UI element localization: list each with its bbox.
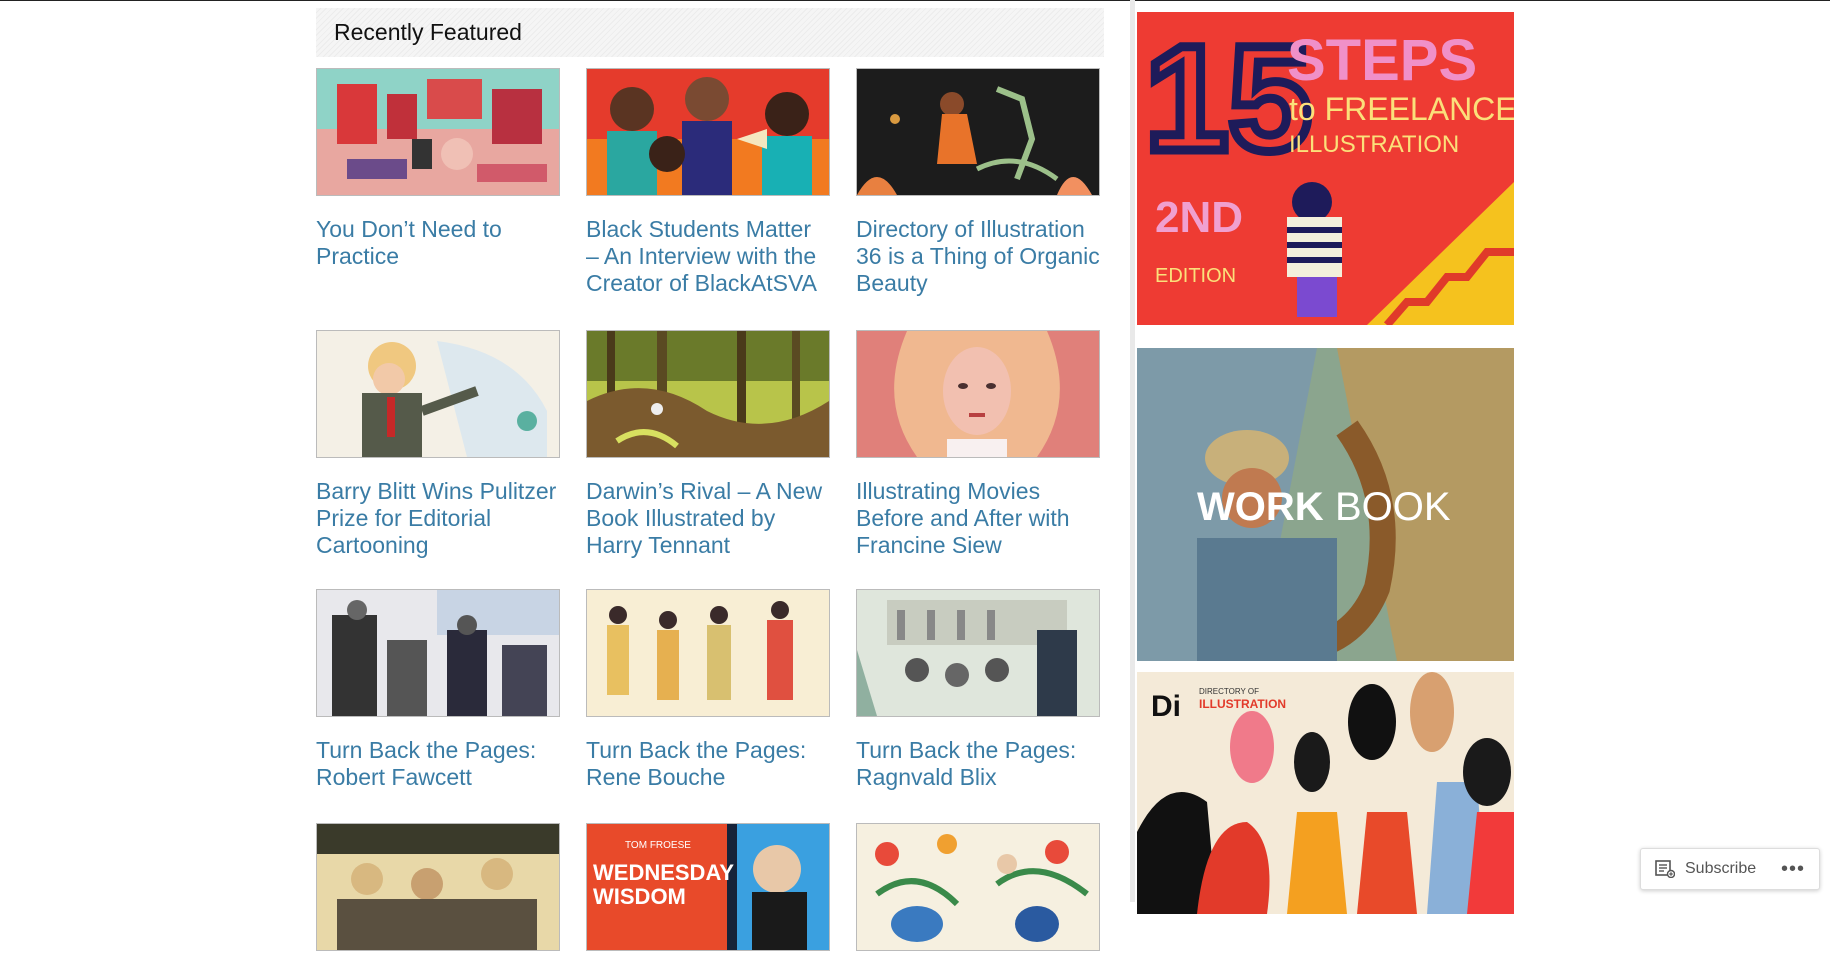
ad-banner-directory[interactable]: Di DIRECTORY OF ILLUSTRATION [1137, 672, 1514, 914]
thumb-caption: WISDOM [593, 884, 686, 909]
post-card: TOM FROESE WEDNESDAY WISDOM [586, 823, 830, 971]
post-card: You Don’t Need to Practice [316, 68, 560, 270]
post-card: Black Students Matter – An Interview wit… [586, 68, 830, 297]
ad-heading: STEPS [1287, 28, 1477, 93]
illustration-image [317, 69, 559, 195]
post-card: Barry Blitt Wins Pulitzer Prize for Edit… [316, 330, 560, 559]
post-title-link[interactable]: Turn Back the Pages: Robert Fawcett [316, 737, 560, 791]
post-title-link[interactable]: Darwin’s Rival – A New Book Illustrated … [586, 478, 830, 559]
illustration-image [857, 331, 1099, 457]
post-card [316, 823, 560, 971]
thumb-caption: WEDNESDAY [593, 860, 734, 885]
illustration-image [857, 824, 1099, 950]
post-thumbnail[interactable] [316, 589, 560, 717]
post-thumbnail[interactable] [586, 68, 830, 196]
post-card: Turn Back the Pages: Ragnvald Blix [856, 589, 1100, 791]
post-thumbnail[interactable] [586, 589, 830, 717]
sidebar-divider [1130, 0, 1135, 902]
illustration-image [317, 331, 559, 457]
thumb-caption: TOM FROESE [625, 840, 691, 851]
post-card [856, 823, 1100, 971]
post-card: Turn Back the Pages: Robert Fawcett [316, 589, 560, 791]
ad-banner-freelance[interactable]: 15 STEPS to FREELANCE ILLUSTRATION 2ND E… [1137, 12, 1514, 325]
section-header: Recently Featured [316, 8, 1104, 57]
ad-logo-text: ILLUSTRATION [1199, 697, 1286, 711]
more-options-icon[interactable]: ••• [1781, 859, 1805, 879]
ad-subheading: ILLUSTRATION [1289, 131, 1459, 158]
post-thumbnail[interactable] [316, 330, 560, 458]
post-thumbnail[interactable] [316, 823, 560, 951]
illustration-image [587, 331, 829, 457]
top-border [0, 0, 1830, 1]
ad-subheading: to FREELANCE [1289, 91, 1514, 127]
illustration-image [317, 824, 559, 950]
ad-artwork: WORK BOOK [1137, 348, 1514, 661]
subscribe-label: Subscribe [1685, 860, 1757, 877]
post-thumbnail[interactable] [856, 823, 1100, 951]
post-card: Illustrating Movies Before and After wit… [856, 330, 1100, 559]
post-title-link[interactable]: Black Students Matter – An Interview wit… [586, 216, 830, 297]
main-content: Recently Featured You Don’t Need to Prac… [316, 8, 1104, 951]
post-title-link[interactable]: Turn Back the Pages: Ragnvald Blix [856, 737, 1100, 791]
ad-artwork: 15 STEPS to FREELANCE ILLUSTRATION 2ND E… [1137, 12, 1514, 325]
illustration-image [587, 69, 829, 195]
post-thumbnail[interactable] [856, 330, 1100, 458]
illustration-image [857, 69, 1099, 195]
post-title-link[interactable]: Illustrating Movies Before and After wit… [856, 478, 1100, 559]
ad-banner-workbook[interactable]: WORK BOOK [1137, 348, 1514, 661]
illustration-image [587, 590, 829, 716]
ad-logo-text: DIRECTORY OF [1199, 687, 1259, 696]
post-title-link[interactable]: Directory of Illustration 36 is a Thing … [856, 216, 1100, 297]
illustration-image: TOM FROESE WEDNESDAY WISDOM [587, 824, 829, 950]
ad-edition: 2ND [1155, 193, 1243, 242]
illustration-image [317, 590, 559, 716]
post-thumbnail[interactable] [856, 589, 1100, 717]
ad-brand-light: BOOK [1335, 485, 1451, 529]
subscribe-button[interactable]: Subscribe [1655, 860, 1756, 878]
subscribe-bar: Subscribe ••• [1640, 848, 1820, 890]
illustration-image [857, 590, 1099, 716]
post-title-link[interactable]: You Don’t Need to Practice [316, 216, 560, 270]
ad-brand-bold: WORK [1197, 485, 1324, 529]
post-thumbnail[interactable] [316, 68, 560, 196]
post-thumbnail[interactable] [586, 330, 830, 458]
reader-icon [1655, 860, 1675, 878]
ad-edition: EDITION [1155, 265, 1236, 287]
ad-artwork: Di DIRECTORY OF ILLUSTRATION [1137, 672, 1514, 914]
post-card: Directory of Illustration 36 is a Thing … [856, 68, 1100, 297]
post-card: Turn Back the Pages: Rene Bouche [586, 589, 830, 791]
section-title: Recently Featured [334, 19, 522, 45]
post-thumbnail[interactable] [856, 68, 1100, 196]
post-thumbnail[interactable]: TOM FROESE WEDNESDAY WISDOM [586, 823, 830, 951]
post-title-link[interactable]: Turn Back the Pages: Rene Bouche [586, 737, 830, 791]
ad-logo: Di [1151, 690, 1181, 723]
post-title-link[interactable]: Barry Blitt Wins Pulitzer Prize for Edit… [316, 478, 560, 559]
post-card: Darwin’s Rival – A New Book Illustrated … [586, 330, 830, 559]
